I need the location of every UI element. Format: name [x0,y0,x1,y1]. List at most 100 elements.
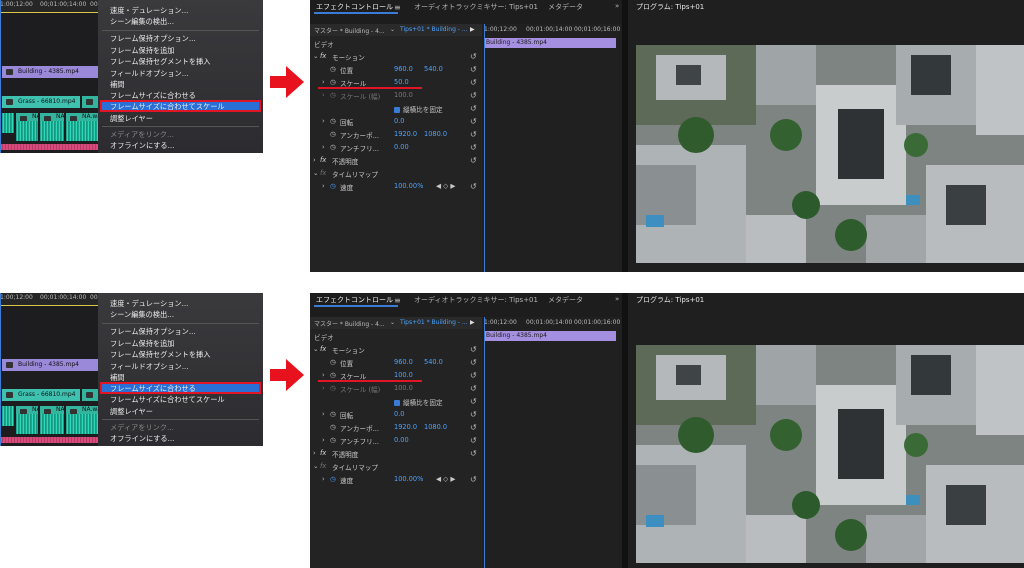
stopwatch-icon[interactable]: ◷ [330,423,336,431]
chevron-right-icon[interactable]: › [313,449,316,457]
menu-item-frame-hold-options[interactable]: フレーム保持オプション... [110,34,196,44]
menu-item-speed[interactable]: 速度・デュレーション... [110,6,188,16]
menu-item-scene-detect[interactable]: シーン編集の検出... [110,310,174,320]
double-chevron-icon[interactable]: » [615,2,619,10]
position-y-value[interactable]: 540.0 [424,358,443,366]
audio-label-clip[interactable]: NA.wav [66,113,98,121]
uniform-scale-row[interactable]: 縦横比を固定 ↺ [310,396,482,408]
menu-item-adjustment-layer[interactable]: 調整レイヤー [110,114,153,124]
scale-value[interactable]: 100.0 [394,371,413,379]
reset-icon[interactable]: ↺ [470,130,477,139]
video-clip[interactable]: Building - 4385.mp4 [2,66,98,78]
hamburger-icon[interactable]: ≡ [394,296,401,305]
stopwatch-icon[interactable]: ◷ [330,130,336,138]
menu-item-insert-frame-hold[interactable]: フレーム保持セグメントを挿入 [110,350,210,360]
chevron-right-icon[interactable]: › [322,371,325,379]
reset-icon[interactable]: ↺ [470,78,477,87]
chevron-right-icon[interactable]: › [322,475,325,483]
motion-row[interactable]: ⌄ fx モーション ↺ [310,344,482,356]
rotation-value[interactable]: 0.0 [394,117,405,125]
tab-audio-mixer[interactable]: オーディオトラックミキサー: Tips+01 [414,2,538,12]
chevron-right-icon[interactable]: › [322,410,325,418]
anchor-y-value[interactable]: 1080.0 [424,130,447,138]
ec-playhead[interactable] [484,24,485,272]
chevron-right-icon[interactable]: › [322,143,325,151]
audio-label-clip[interactable]: NA [40,113,64,121]
antiflicker-value[interactable]: 0.00 [394,143,409,151]
reset-icon[interactable]: ↺ [470,358,477,367]
chevron-right-icon[interactable]: › [322,436,325,444]
anchor-row[interactable]: ◷ アンカーポ... 1920.0 1080.0 ↺ [310,422,482,434]
audio-clip-2[interactable] [82,389,98,401]
rotation-row[interactable]: › ◷ 回転 0.0 ↺ [310,409,482,421]
stopwatch-icon[interactable]: ◷ [330,358,336,366]
time-remap-row[interactable]: ⌄ fx タイムリマップ [310,461,482,473]
opacity-row[interactable]: › fx 不透明度 ↺ [310,448,482,460]
antiflicker-value[interactable]: 0.00 [394,436,409,444]
reset-icon[interactable]: ↺ [470,449,477,458]
tab-effect-controls[interactable]: エフェクトコントロール [316,2,393,12]
video-clip[interactable]: Building - 4385.mp4 [2,359,98,371]
anchor-row[interactable]: ◷ アンカーポ... 1920.0 1080.0 ↺ [310,129,482,141]
menu-item-scale-to-frame-size[interactable]: フレームサイズに合わせてスケール [110,102,225,112]
menu-item-frame-hold-options[interactable]: フレーム保持オプション... [110,327,196,337]
stopwatch-icon[interactable]: ◷ [330,371,336,379]
audio-label-clip[interactable]: NA [16,113,38,121]
source-label[interactable]: マスター * Building - 4... [314,319,385,328]
menu-item-field-options[interactable]: フィールドオプション... [110,362,189,372]
position-x-value[interactable]: 960.0 [394,358,413,366]
source-label[interactable]: マスター * Building - 4... [314,26,385,35]
speed-row[interactable]: › ◷ 速度 100.00% ◀ ◇ ▶ ↺ [310,181,482,193]
anchor-y-value[interactable]: 1080.0 [424,423,447,431]
menu-item-set-to-frame-size[interactable]: フレームサイズに合わせる [110,384,196,394]
menu-item-scene-detect[interactable]: シーン編集の検出... [110,17,174,27]
playhead[interactable] [0,293,1,446]
playhead[interactable] [0,0,1,153]
chevron-down-icon[interactable]: ⌄ [313,169,319,177]
reset-icon[interactable]: ↺ [470,52,477,61]
menu-item-insert-frame-hold[interactable]: フレーム保持セグメントを挿入 [110,57,210,67]
uniform-scale-row[interactable]: 縦横比を固定 ↺ [310,103,482,115]
play-icon[interactable]: ▶ [470,319,475,326]
audio-clip-2[interactable] [82,96,98,108]
audio-label-clip[interactable]: NA [16,406,38,414]
chevron-right-icon[interactable]: › [322,78,325,86]
reset-icon[interactable]: ↺ [470,117,477,126]
audio-clip[interactable]: Grass - 66810.mp4 [2,389,80,401]
uniform-scale-checkbox[interactable]: 縦横比を固定 [394,397,443,407]
reset-icon[interactable]: ↺ [470,397,477,406]
menu-item-make-offline[interactable]: オフラインにする... [110,434,174,444]
keyframe-nav-icon[interactable]: ◀ ◇ ▶ [436,475,455,483]
tab-metadata[interactable]: メタデータ [548,2,583,12]
menu-item-field-options[interactable]: フィールドオプション... [110,69,189,79]
hamburger-icon[interactable]: ≡ [394,3,401,12]
menu-item-add-frame-hold[interactable]: フレーム保持を追加 [110,339,174,349]
reset-icon[interactable]: ↺ [470,371,477,380]
reset-icon[interactable]: ↺ [470,345,477,354]
stopwatch-icon[interactable]: ◷ [330,65,336,73]
speed-value[interactable]: 100.00% [394,182,423,190]
rotation-row[interactable]: › ◷ 回転 0.0 ↺ [310,116,482,128]
program-frame-aerial-image[interactable] [636,345,1024,563]
stopwatch-icon[interactable]: ◷ [330,475,336,483]
tab-audio-mixer[interactable]: オーディオトラックミキサー: Tips+01 [414,295,538,305]
menu-item-make-offline[interactable]: オフラインにする... [110,141,174,151]
menu-item-speed[interactable]: 速度・デュレーション... [110,299,188,309]
ec-timeline-clip[interactable]: Building - 4385.mp4 [484,38,616,48]
reset-icon[interactable]: ↺ [470,143,477,152]
ec-playhead[interactable] [484,317,485,568]
sequence-label[interactable]: Tips+01 * Building - ... [400,26,468,33]
anchor-x-value[interactable]: 1920.0 [394,130,417,138]
reset-icon[interactable]: ↺ [470,436,477,445]
chevron-down-icon[interactable]: ⌄ [313,345,319,353]
scale-value[interactable]: 50.0 [394,78,409,86]
reset-icon[interactable]: ↺ [470,65,477,74]
stopwatch-icon[interactable]: ◷ [330,182,336,190]
tab-metadata[interactable]: メタデータ [548,295,583,305]
position-row[interactable]: ◷ 位置 960.0 540.0 ↺ [310,357,482,369]
reset-icon[interactable]: ↺ [470,423,477,432]
rotation-value[interactable]: 0.0 [394,410,405,418]
opacity-row[interactable]: › fx 不透明度 ↺ [310,155,482,167]
chevron-down-icon[interactable]: ⌄ [390,319,395,326]
reset-icon[interactable]: ↺ [470,182,477,191]
